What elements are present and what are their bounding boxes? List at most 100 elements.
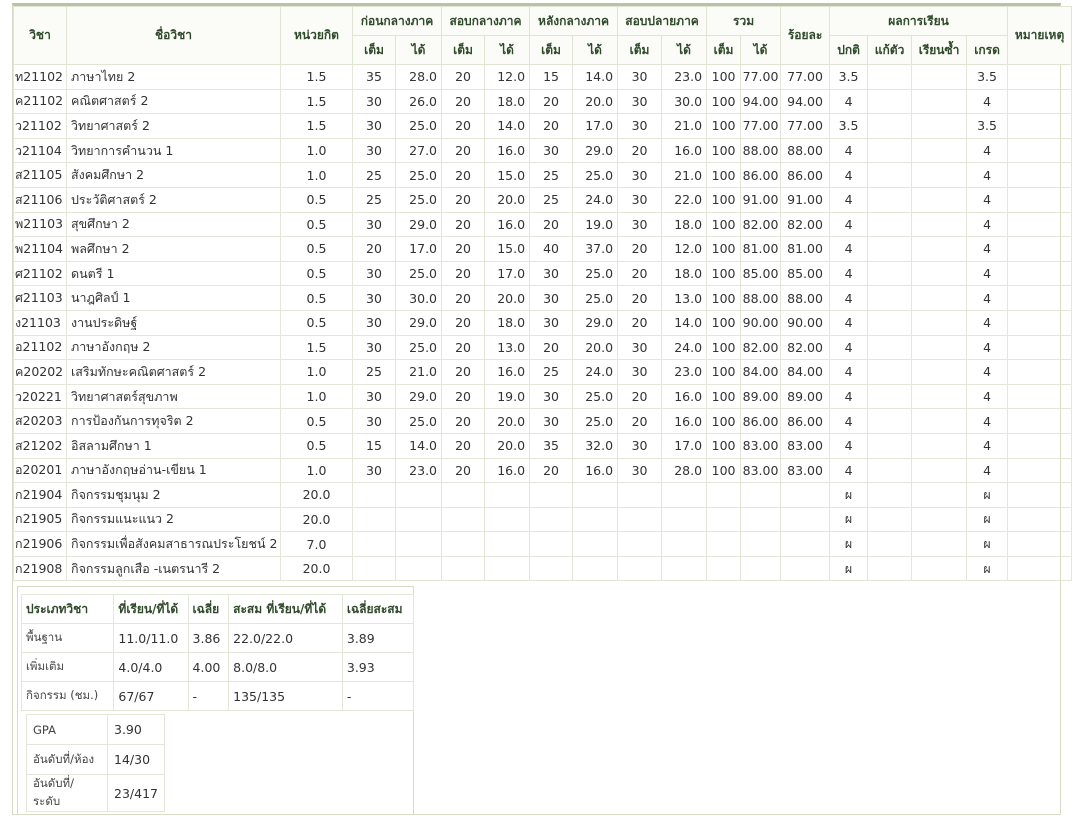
- total-got-cell: 83.00: [740, 432, 782, 459]
- grade-cell: 4: [966, 309, 1009, 336]
- percent-cell: 77.00: [780, 64, 831, 90]
- credit-cell: 1.5: [280, 113, 353, 139]
- mid-exam-full-cell: 20: [441, 432, 486, 459]
- before-mid-full-cell: [352, 506, 396, 533]
- summary-header-type: ประเภทวิชา: [20, 594, 115, 624]
- after-mid-full-cell: 25: [529, 162, 574, 188]
- mid-exam-full-cell: [441, 555, 486, 582]
- mid-exam-got-cell: [484, 506, 531, 533]
- credit-cell: 20.0: [280, 482, 353, 508]
- after-mid-got-cell: 32.0: [572, 432, 619, 459]
- table-row: ค21102 คณิตศาสตร์ 2 1.5 30 26.0 20 18.0 20 20.0 3…: [13, 88, 1073, 115]
- summary-type-cell: กิจกรรม (ชม.): [20, 681, 115, 711]
- credit-cell: 1.0: [280, 359, 353, 385]
- code-cell: ส20203: [13, 408, 67, 434]
- gpa-value: 3.90: [107, 714, 165, 745]
- note-cell: [1007, 457, 1073, 484]
- table-row: อ20201 ภาษาอังกฤษอ่าน-เขียน 1 1.0 30 23.0 20 1…: [13, 457, 1073, 484]
- gpa-label: GPA: [26, 714, 108, 745]
- name-cell: กิจกรรมแนะแนว 2: [66, 506, 281, 533]
- final-exam-got-cell: [661, 555, 708, 582]
- total-got-cell: 86.00: [740, 162, 782, 188]
- mid-exam-got-cell: 20.0: [484, 186, 531, 213]
- code-cell: ส21106: [13, 186, 67, 213]
- table-row: ส21105 สังคมศึกษา 2 1.0 25 25.0 20 15.0 25 25.0 3…: [13, 162, 1073, 188]
- total-full-cell: 100: [706, 457, 742, 484]
- note-cell: [1007, 482, 1073, 508]
- fix-cell: [867, 309, 913, 336]
- final-exam-got-cell: 23.0: [661, 359, 708, 385]
- before-mid-full-cell: 30: [352, 457, 396, 484]
- credit-cell: 0.5: [280, 260, 353, 287]
- percent-cell: 85.00: [780, 260, 831, 287]
- name-cell: นาฎศิลป์ 1: [66, 285, 281, 311]
- after-mid-got-cell: 20.0: [572, 334, 619, 361]
- repeat-cell: [911, 186, 968, 213]
- total-full-cell: 100: [706, 285, 742, 311]
- before-mid-full-cell: 25: [352, 186, 396, 213]
- before-mid-got-cell: 27.0: [394, 137, 443, 164]
- grade-cell: 4: [966, 408, 1009, 434]
- total-full-cell: 100: [706, 408, 742, 434]
- summary-cum-studied-cell: 8.0/8.0: [228, 652, 343, 682]
- total-got-cell: 77.00: [740, 113, 782, 139]
- after-mid-full-cell: 25: [529, 186, 574, 213]
- header-fix: แก้ตัว: [867, 35, 913, 65]
- table-row: ก21906 กิจกรรมเพื่อสังคมสาธารณประโยชน์ 27…: [13, 531, 1073, 557]
- table-row: ศ21102 ดนตรี 1 0.5 30 25.0 20 17.0 30 25.0 20 18.0…: [13, 260, 1073, 287]
- after-mid-full-cell: 30: [529, 260, 574, 287]
- final-exam-got-cell: 16.0: [661, 408, 708, 434]
- header-after-mid: หลังกลางภาค: [529, 6, 619, 36]
- credit-cell: 1.5: [280, 64, 353, 90]
- code-cell: ค20202: [13, 359, 67, 385]
- fix-cell: [867, 457, 913, 484]
- total-got-cell: 88.00: [740, 285, 782, 311]
- percent-cell: 88.00: [780, 137, 831, 164]
- gpa-row: GPA 3.90: [26, 714, 165, 745]
- note-cell: [1007, 88, 1073, 115]
- header-normal: ปกติ: [829, 35, 869, 65]
- table-row: ว21104 วิทยาการคำนวน 1 1.0 30 27.0 20 16.0 30 29…: [13, 137, 1073, 164]
- normal-cell: 4: [829, 236, 869, 262]
- grade-cell: 3.5: [966, 113, 1009, 139]
- after-mid-full-cell: [529, 531, 574, 557]
- summary-row: พื้นฐาน 11.0/11.0 3.86 22.0/22.0 3.89: [20, 623, 415, 653]
- credit-cell: 0.5: [280, 186, 353, 213]
- final-exam-full-cell: 30: [617, 113, 663, 139]
- before-mid-full-cell: 25: [352, 359, 396, 385]
- before-mid-full-cell: [352, 531, 396, 557]
- note-cell: [1007, 531, 1073, 557]
- note-cell: [1007, 334, 1073, 361]
- table-row: ท21102 ภาษาไทย 2 1.5 35 28.0 20 12.0 15 14.0 30 23…: [13, 64, 1073, 90]
- after-mid-full-cell: 20: [529, 334, 574, 361]
- mid-exam-full-cell: 20: [441, 260, 486, 287]
- total-got-cell: 88.00: [740, 137, 782, 164]
- credit-cell: 1.5: [280, 88, 353, 115]
- final-exam-full-cell: [617, 531, 663, 557]
- final-exam-got-cell: 28.0: [661, 457, 708, 484]
- after-mid-full-cell: [529, 506, 574, 533]
- final-exam-full-cell: 30: [617, 334, 663, 361]
- mid-exam-full-cell: 20: [441, 186, 486, 213]
- after-mid-got-cell: 29.0: [572, 137, 619, 164]
- total-full-cell: [706, 506, 742, 533]
- code-cell: ว21104: [13, 137, 67, 164]
- after-mid-got-cell: [572, 506, 619, 533]
- grade-cell: 4: [966, 162, 1009, 188]
- mid-exam-full-cell: 20: [441, 383, 486, 410]
- mid-exam-full-cell: 20: [441, 113, 486, 139]
- normal-cell: ผ: [829, 482, 869, 508]
- after-mid-full-cell: 30: [529, 137, 574, 164]
- total-got-cell: [740, 482, 782, 508]
- rank-room-label: อันดับที่/ห้อง: [26, 744, 108, 775]
- header-final-exam: สอบปลายภาค: [617, 6, 708, 36]
- table-row: ว20221 วิทยาศาสตร์สุขภาพ 1.0 30 29.0 20 19.0 30…: [13, 383, 1073, 410]
- header-got: ได้: [484, 35, 531, 65]
- grade-cell: ผ: [966, 555, 1009, 582]
- repeat-cell: [911, 359, 968, 385]
- mid-exam-full-cell: 20: [441, 334, 486, 361]
- header-note: หมายเหตุ: [1007, 6, 1073, 65]
- percent-cell: 91.00: [780, 186, 831, 213]
- fix-cell: [867, 334, 913, 361]
- mid-exam-full-cell: 20: [441, 457, 486, 484]
